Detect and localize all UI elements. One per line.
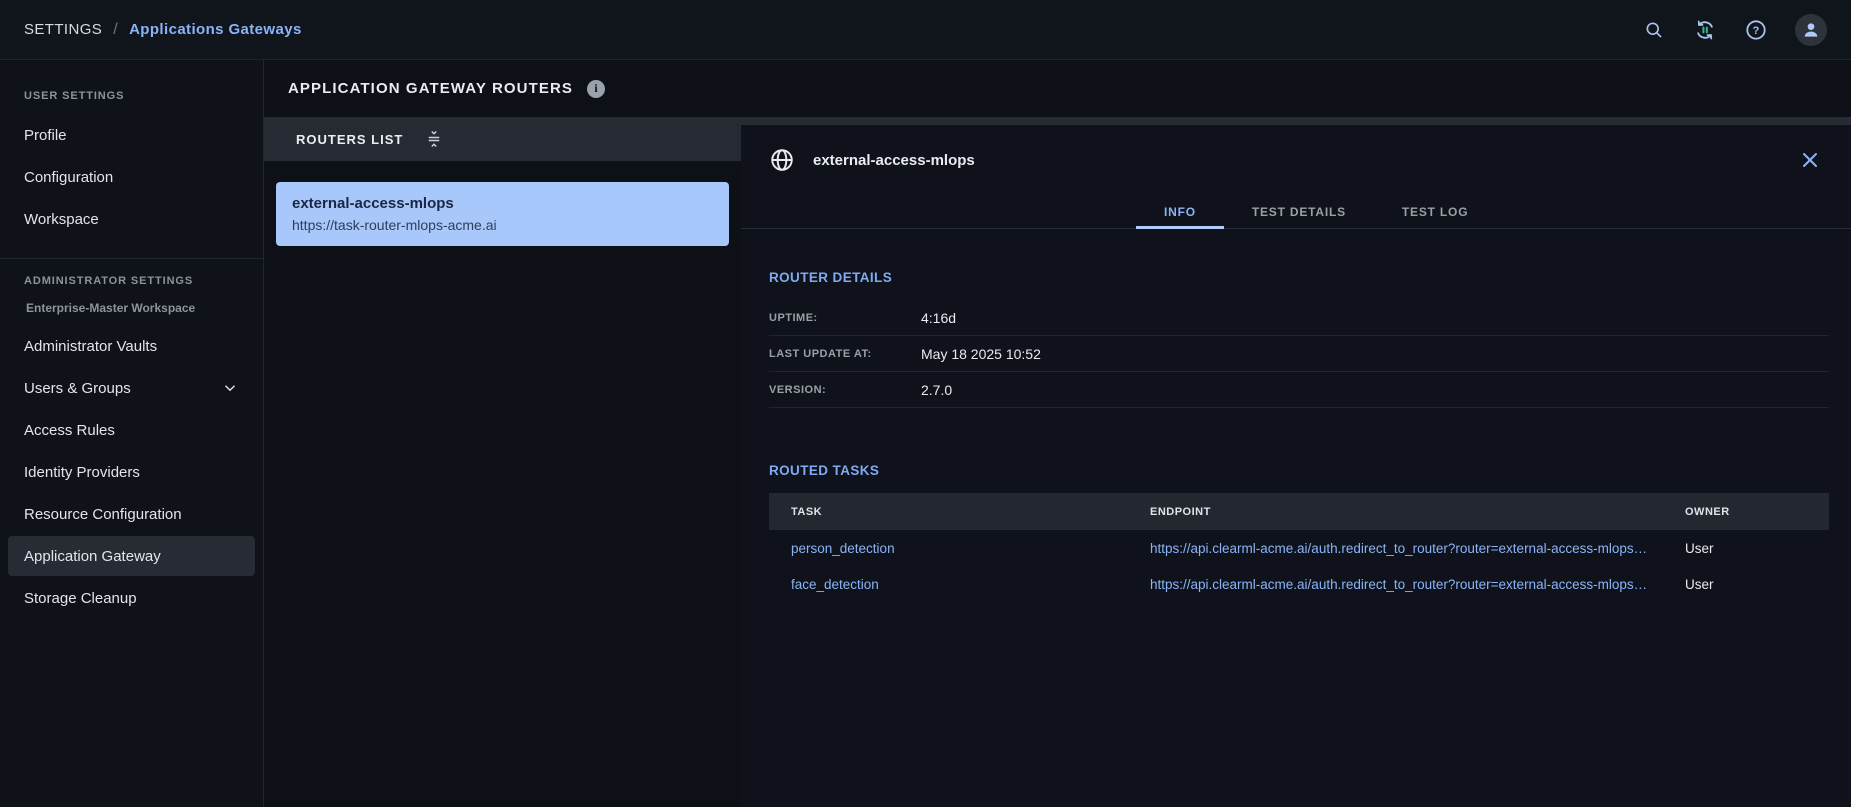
user-avatar-icon[interactable]: [1795, 14, 1827, 46]
routers-list: external-access-mlops https://task-route…: [264, 161, 741, 246]
detail-content: ROUTER DETAILS UPTIME: 4:16d LAST UPDATE…: [741, 229, 1851, 602]
router-list-item[interactable]: external-access-mlops https://task-route…: [276, 182, 729, 246]
column-header-owner: OWNER: [1663, 506, 1829, 518]
sidebar-item-storage-cleanup[interactable]: Storage Cleanup: [0, 577, 263, 619]
router-url: https://task-router-mlops-acme.ai: [292, 217, 713, 233]
routed-tasks-heading: ROUTED TASKS: [769, 462, 1829, 480]
detail-row-last-update: LAST UPDATE AT: May 18 2025 10:52: [769, 336, 1829, 372]
globe-icon: [769, 147, 795, 173]
sidebar-divider: [0, 258, 263, 259]
endpoint-link[interactable]: https://api.clearml-acme.ai/auth.redirec…: [1128, 541, 1663, 556]
detail-row-uptime: UPTIME: 4:16d: [769, 300, 1829, 336]
owner-value: User: [1663, 541, 1829, 556]
user-settings-header: USER SETTINGS: [0, 86, 263, 106]
detail-title: external-access-mlops: [813, 152, 975, 169]
endpoint-link[interactable]: https://api.clearml-acme.ai/auth.redirec…: [1128, 577, 1663, 592]
table-row: face_detection https://api.clearml-acme.…: [769, 566, 1829, 602]
sidebar-item-access-rules[interactable]: Access Rules: [0, 409, 263, 451]
sidebar-item-resource-configuration[interactable]: Resource Configuration: [0, 493, 263, 535]
routers-list-title: ROUTERS LIST: [296, 132, 403, 147]
info-icon[interactable]: i: [587, 80, 605, 98]
tab-test-log[interactable]: TEST LOG: [1374, 195, 1496, 228]
table-header-row: TASK ENDPOINT OWNER: [769, 493, 1829, 530]
main-content: APPLICATION GATEWAY ROUTERS i ROUTERS LI…: [264, 60, 1851, 807]
page-title: APPLICATION GATEWAY ROUTERS: [288, 80, 573, 97]
admin-settings-header: ADMINISTRATOR SETTINGS: [0, 271, 263, 291]
router-details-heading: ROUTER DETAILS: [769, 269, 1829, 287]
help-icon[interactable]: ?: [1744, 18, 1768, 42]
panel-top-strip: [741, 117, 1851, 125]
svg-text:?: ?: [1753, 24, 1760, 36]
sidebar-item-users-groups[interactable]: Users & Groups: [0, 367, 263, 409]
chevron-down-icon[interactable]: [221, 379, 239, 397]
last-update-label: LAST UPDATE AT:: [769, 348, 921, 360]
close-icon[interactable]: [1799, 149, 1821, 171]
version-label: VERSION:: [769, 384, 921, 396]
detail-tabs: INFO TEST DETAILS TEST LOG: [741, 195, 1851, 229]
sync-pause-icon[interactable]: [1693, 18, 1717, 42]
sidebar-item-administrator-vaults[interactable]: Administrator Vaults: [0, 325, 263, 367]
detail-row-version: VERSION: 2.7.0: [769, 372, 1829, 408]
routed-tasks-section: ROUTED TASKS TASK ENDPOINT OWNER person_…: [769, 462, 1829, 602]
column-header-task: TASK: [769, 506, 1128, 518]
breadcrumb-current: Applications Gateways: [129, 21, 302, 38]
sidebar-item-application-gateway[interactable]: Application Gateway: [8, 536, 255, 576]
search-icon[interactable]: [1642, 18, 1666, 42]
admin-workspace-subtitle: Enterprise-Master Workspace: [0, 299, 263, 317]
routers-list-header: ROUTERS LIST: [264, 117, 741, 161]
uptime-label: UPTIME:: [769, 312, 921, 324]
task-link[interactable]: person_detection: [769, 541, 1128, 556]
top-bar: SETTINGS / Applications Gateways: [0, 0, 1851, 60]
router-detail-panel: external-access-mlops INFO TEST DETAILS …: [741, 117, 1851, 807]
breadcrumb-settings[interactable]: SETTINGS: [24, 21, 102, 38]
topbar-actions: ?: [1642, 14, 1827, 46]
column-header-endpoint: ENDPOINT: [1128, 506, 1663, 518]
last-update-value: May 18 2025 10:52: [921, 346, 1041, 362]
version-value: 2.7.0: [921, 382, 952, 398]
tab-info[interactable]: INFO: [1136, 195, 1224, 228]
breadcrumb: SETTINGS / Applications Gateways: [24, 21, 302, 39]
breadcrumb-separator: /: [113, 21, 118, 39]
sidebar-item-configuration[interactable]: Configuration: [0, 156, 263, 198]
owner-value: User: [1663, 577, 1829, 592]
collapse-rows-icon[interactable]: [425, 129, 443, 149]
routers-list-panel: ROUTERS LIST external-acces: [264, 117, 741, 807]
application-gateways-page: SETTINGS / Applications Gateways: [0, 0, 1851, 807]
table-row: person_detection https://api.clearml-acm…: [769, 530, 1829, 566]
sidebar-item-profile[interactable]: Profile: [0, 114, 263, 156]
uptime-value: 4:16d: [921, 310, 956, 326]
page-header: APPLICATION GATEWAY ROUTERS i: [264, 60, 1851, 117]
task-link[interactable]: face_detection: [769, 577, 1128, 592]
detail-header: external-access-mlops: [741, 125, 1851, 195]
settings-sidebar: USER SETTINGS Profile Configuration Work…: [0, 60, 264, 807]
router-name: external-access-mlops: [292, 195, 713, 212]
tab-test-details[interactable]: TEST DETAILS: [1224, 195, 1374, 228]
routed-tasks-table: TASK ENDPOINT OWNER person_detection htt…: [769, 493, 1829, 602]
sidebar-item-identity-providers[interactable]: Identity Providers: [0, 451, 263, 493]
sidebar-item-workspace[interactable]: Workspace: [0, 198, 263, 240]
